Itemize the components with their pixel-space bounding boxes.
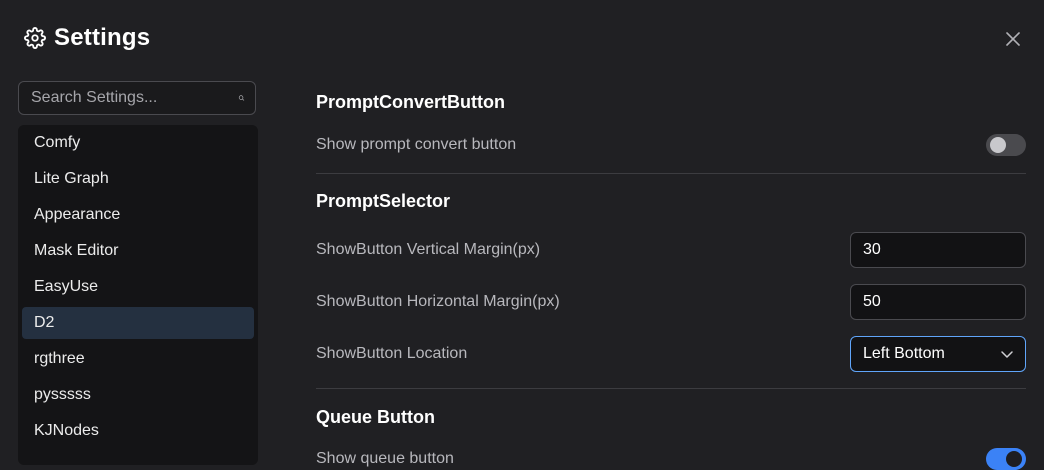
vertical-margin-input[interactable] [850,232,1026,268]
sidebar-item-kjnodes[interactable]: KJNodes [22,415,254,447]
sidebar-item-comfy[interactable]: Comfy [22,127,254,159]
sidebar-item-pysssss[interactable]: pysssss [22,379,254,411]
sidebar-item-rgthree[interactable]: rgthree [22,343,254,375]
show-prompt-convert-button-toggle[interactable] [986,134,1026,156]
close-icon [1006,32,1020,46]
dialog-header: Settings [24,24,150,52]
section-title-prompt-selector: PromptSelector [316,191,451,211]
dialog-title: Settings [54,24,151,51]
setting-label-showbutton-location: ShowButton Location [316,345,468,362]
section-title-prompt-convert-button: PromptConvertButton [316,92,505,112]
show-queue-button-toggle[interactable] [986,448,1026,470]
sidebar-item-lite-graph[interactable]: Lite Graph [22,163,254,195]
close-button[interactable] [1004,30,1022,48]
search-icon[interactable] [238,89,245,107]
setting-label-show-prompt-convert-button: Show prompt convert button [316,136,517,153]
search-input[interactable] [19,82,238,114]
setting-label-show-queue-button: Show queue button [316,450,454,467]
sidebar-item-easyuse[interactable]: EasyUse [22,271,254,303]
sidebar-item-mask-editor[interactable]: Mask Editor [22,235,254,267]
gear-icon [24,27,46,49]
sidebar-item-d2[interactable]: D2 [22,307,254,339]
toggle-knob [990,137,1006,153]
toggle-knob [1006,451,1022,467]
setting-label-vertical-margin: ShowButton Vertical Margin(px) [316,241,541,258]
horizontal-margin-input[interactable] [850,284,1026,320]
section-divider [316,388,1026,389]
showbutton-location-select[interactable]: Left Bottom [850,336,1026,372]
setting-label-horizontal-margin: ShowButton Horizontal Margin(px) [316,293,560,310]
section-title-queue-button: Queue Button [316,407,435,427]
settings-sidebar: Comfy Lite Graph Appearance Mask Editor … [18,125,258,465]
search-box [18,81,256,115]
chevron-down-icon [1001,351,1013,358]
select-value: Left Bottom [863,345,945,362]
section-divider [316,173,1026,174]
sidebar-item-appearance[interactable]: Appearance [22,199,254,231]
